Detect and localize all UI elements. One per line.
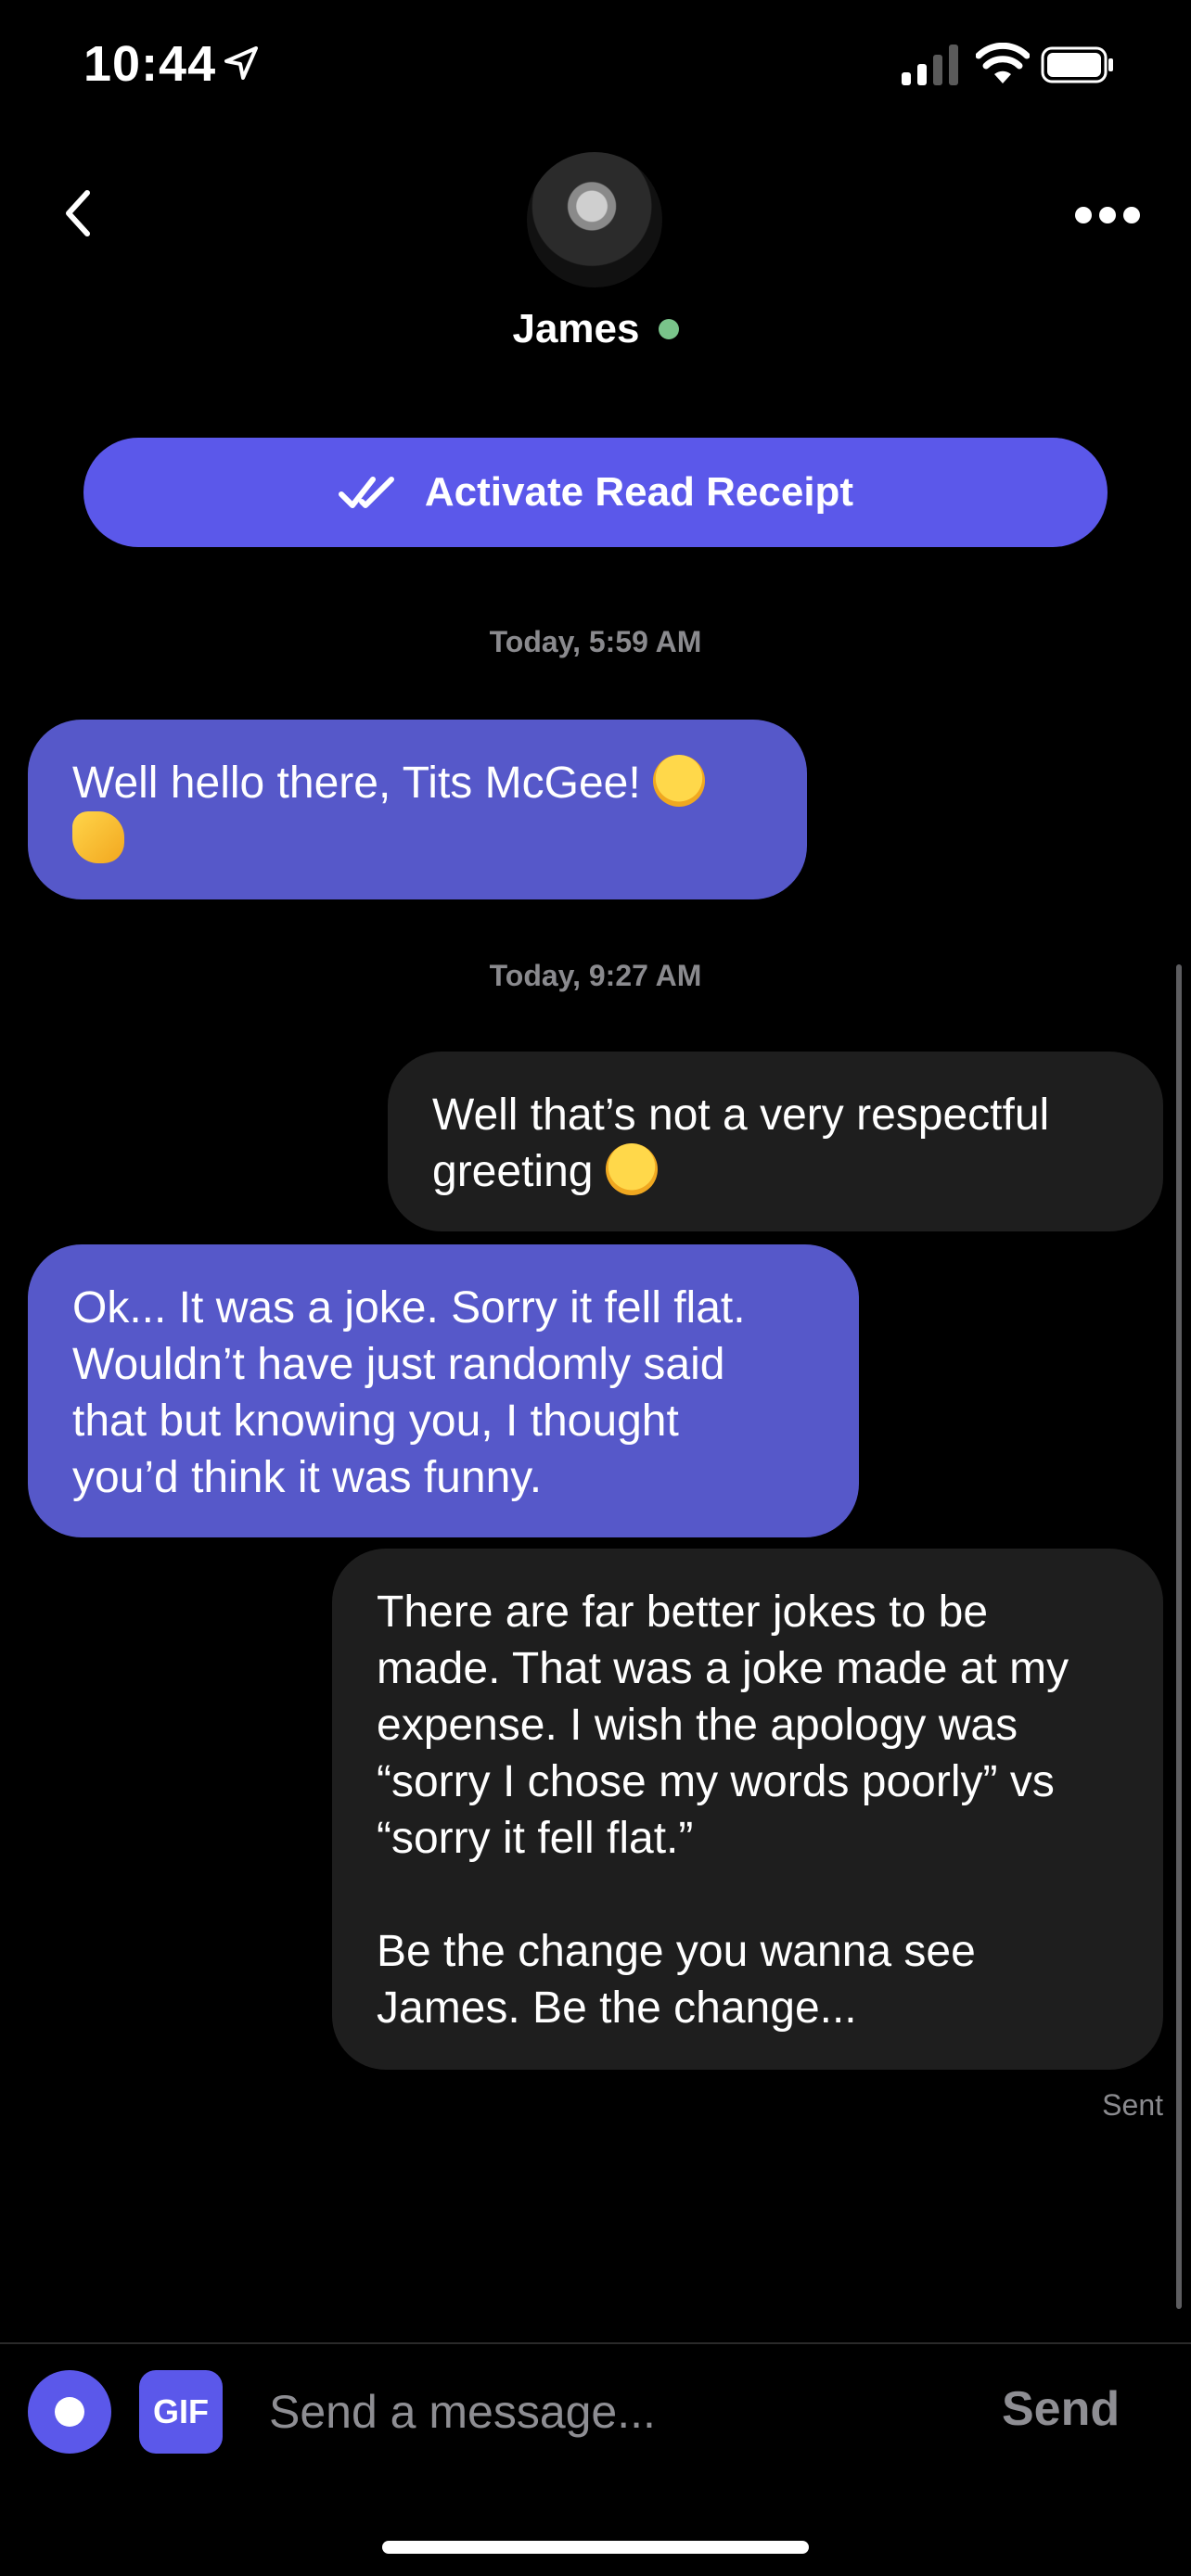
- record-button[interactable]: [28, 2370, 111, 2454]
- message-timestamp: Today, 5:59 AM: [489, 625, 702, 658]
- message-input[interactable]: [250, 2370, 1011, 2454]
- read-receipt-label: Activate Read Receipt: [424, 469, 854, 515]
- received-message[interactable]: Well hello there, Tits McGee!: [28, 720, 807, 899]
- battery-icon: [1041, 46, 1113, 83]
- cellular-signal-icon: [902, 45, 958, 85]
- message-text: There are far better jokes to be made. T…: [377, 1588, 1069, 2033]
- confused-face-emoji-icon: [605, 1143, 658, 1195]
- gif-button[interactable]: GIF: [139, 2370, 223, 2454]
- message-timestamp: Today, 9:27 AM: [489, 959, 702, 992]
- waving-hand-emoji-icon: [72, 811, 124, 863]
- delivery-status: Sent: [1102, 2088, 1163, 2122]
- message-text: Well hello there, Tits McGee!: [72, 759, 654, 808]
- wifi-icon: [976, 43, 1030, 83]
- online-status-dot: [658, 319, 679, 339]
- received-message[interactable]: Ok... It was a joke. Sorry it fell flat.…: [28, 1244, 859, 1537]
- composer-divider: [0, 2342, 1191, 2344]
- status-time: 10:44: [83, 36, 217, 92]
- double-check-icon: [338, 477, 394, 508]
- scrollbar[interactable]: [1176, 964, 1182, 2309]
- back-chevron-icon[interactable]: [58, 185, 100, 241]
- record-dot-icon: [55, 2397, 84, 2427]
- sent-message[interactable]: There are far better jokes to be made. T…: [332, 1549, 1163, 2070]
- contact-name: James: [512, 306, 640, 351]
- location-arrow-icon: [224, 46, 258, 80]
- contact-avatar[interactable]: [527, 152, 662, 287]
- sent-message[interactable]: Well that’s not a very respectful greeti…: [388, 1052, 1163, 1231]
- more-options-icon[interactable]: [1074, 202, 1141, 228]
- message-text: Ok... It was a joke. Sorry it fell flat.…: [72, 1283, 746, 1502]
- laughing-emoji-icon: [653, 755, 706, 807]
- activate-read-receipt-button[interactable]: Activate Read Receipt: [83, 438, 1108, 547]
- home-indicator[interactable]: [382, 2541, 809, 2554]
- message-text: Well that’s not a very respectful greeti…: [432, 1090, 1050, 1196]
- contact-header[interactable]: James: [0, 306, 1191, 352]
- send-button[interactable]: Send: [1002, 2381, 1120, 2437]
